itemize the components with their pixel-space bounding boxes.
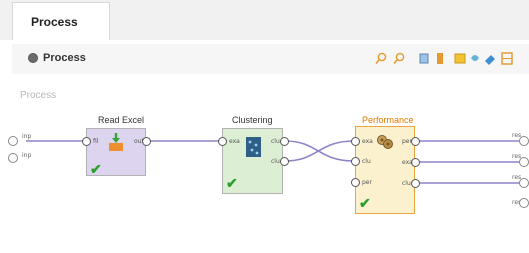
read-excel-status-check-icon: ✔ (90, 161, 102, 177)
performance-status-check-icon: ✔ (359, 195, 371, 211)
process-input-port[interactable] (8, 153, 18, 163)
process-input-label: inp (22, 152, 32, 159)
performance-title: Performance (362, 115, 414, 125)
performance-output-label: per (402, 138, 412, 145)
clustering-input-label: exa (229, 138, 240, 145)
connection-wires (26, 140, 520, 184)
performance-output-port[interactable] (411, 137, 420, 146)
performance-input-port[interactable] (351, 157, 360, 166)
clustering-output-port[interactable] (280, 137, 289, 146)
performance-input-port[interactable] (351, 178, 360, 187)
clustering-output-label: clu (271, 158, 280, 165)
clustering-title: Clustering (232, 115, 273, 125)
performance-output-label: clu (402, 180, 411, 187)
read-excel-input-port[interactable] (82, 137, 91, 146)
clustering-status-check-icon: ✔ (226, 175, 238, 191)
process-result-port[interactable] (519, 198, 529, 208)
read-excel-title: Read Excel (98, 115, 145, 125)
clustering-output-port[interactable] (280, 157, 289, 166)
read-excel-output-label: out (134, 138, 144, 145)
process-input-port[interactable] (8, 136, 18, 146)
performance-input-label: per (362, 179, 372, 186)
process-result-port[interactable] (519, 157, 529, 167)
read-excel-operator[interactable]: ✔ (86, 128, 146, 177)
performance-output-port[interactable] (411, 179, 420, 188)
performance-input-port[interactable] (351, 137, 360, 146)
read-excel-icon (109, 133, 123, 151)
performance-icon (377, 135, 393, 149)
clustering-icon (246, 137, 261, 157)
process-result-port[interactable] (519, 178, 529, 188)
clustering-input-port[interactable] (218, 137, 227, 146)
process-input-label: inp (22, 133, 32, 140)
process-result-port[interactable] (519, 136, 529, 146)
read-excel-input-label: fil (93, 138, 99, 145)
performance-input-label: clu (362, 158, 371, 165)
wire-clustering-to-performance-b (284, 140, 355, 162)
clustering-output-label: clu (271, 138, 280, 145)
performance-output-label: exa (402, 159, 413, 166)
performance-input-label: exa (362, 138, 373, 145)
